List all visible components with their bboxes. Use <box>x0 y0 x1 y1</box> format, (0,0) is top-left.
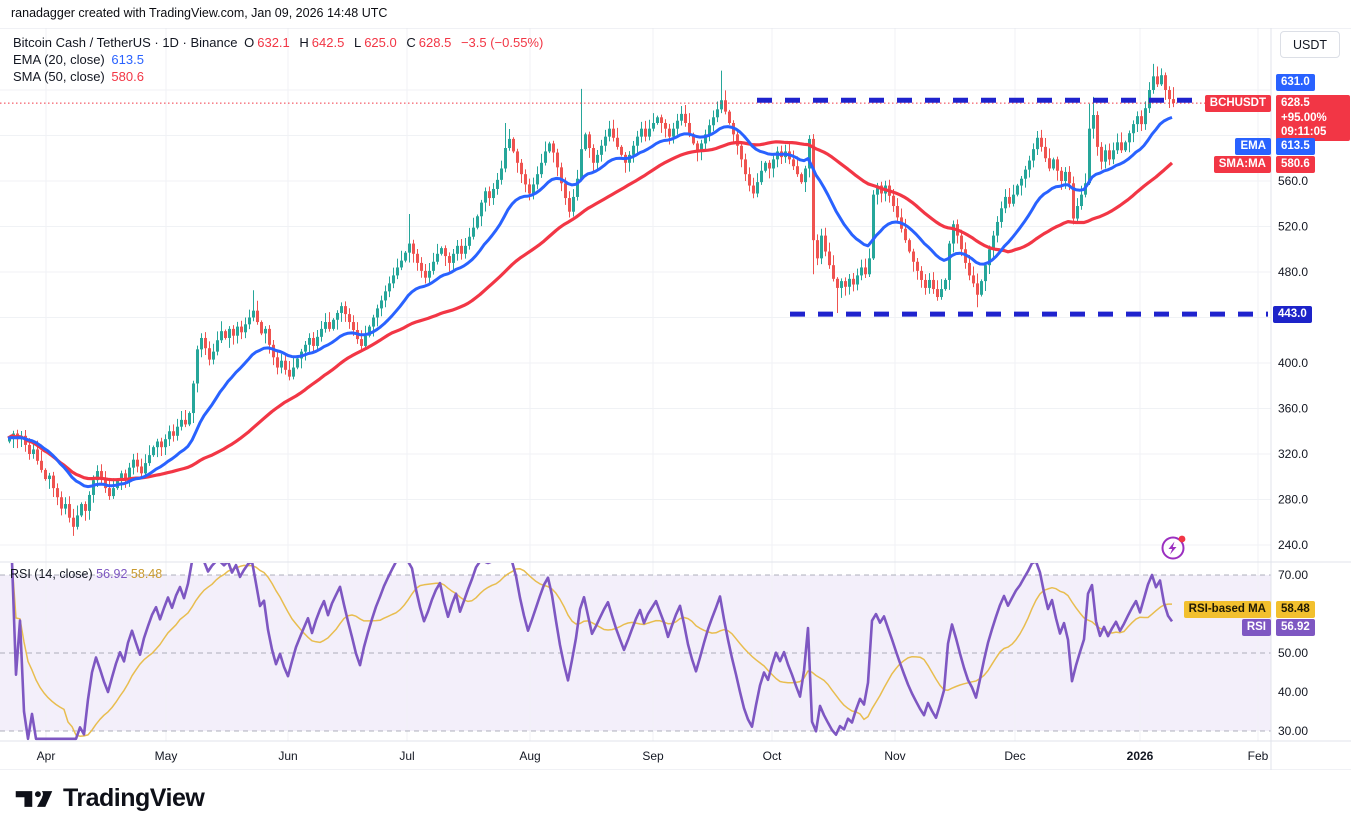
svg-text:400.0: 400.0 <box>1278 356 1308 370</box>
rsi-legend-value: 56.92 <box>96 567 128 581</box>
svg-text:360.0: 360.0 <box>1278 402 1308 416</box>
rsi-ma-axis-value: 58.48 <box>1276 601 1315 618</box>
change-value: −3.5 (−0.55%) <box>460 35 544 50</box>
ema-line[interactable] <box>7 115 1173 489</box>
sma-legend-label: SMA (50, close) <box>13 69 105 84</box>
svg-text:Sep: Sep <box>642 749 664 763</box>
svg-text:Feb: Feb <box>1248 749 1269 763</box>
sma-axis-tag: SMA:MA <box>1213 156 1271 173</box>
currency-button[interactable]: USDT <box>1280 31 1340 58</box>
change-percent: +95.00% <box>1281 111 1327 124</box>
svg-text:Aug: Aug <box>519 749 540 763</box>
svg-text:320.0: 320.0 <box>1278 447 1308 461</box>
svg-text:30.00: 30.00 <box>1278 724 1308 738</box>
svg-text:Dec: Dec <box>1004 749 1025 763</box>
svg-text:Jun: Jun <box>278 749 297 763</box>
symbol-legend[interactable]: Bitcoin Cash / TetherUS · 1D · Binance O… <box>13 35 546 50</box>
attribution-text: ranadagger created with TradingView.com,… <box>11 6 388 20</box>
notification-dot <box>1178 535 1186 543</box>
svg-text:Nov: Nov <box>884 749 905 763</box>
svg-text:480.0: 480.0 <box>1278 265 1308 279</box>
ohlc-close: C 628.5 <box>406 35 452 50</box>
ema-legend-value: 613.5 <box>111 52 144 67</box>
svg-text:Oct: Oct <box>763 749 782 763</box>
ema-legend-label: EMA (20, close) <box>13 52 105 67</box>
svg-text:240.0: 240.0 <box>1278 538 1308 552</box>
rsi-legend-label: RSI (14, close) <box>10 567 93 581</box>
svg-text:Jul: Jul <box>399 749 414 763</box>
tradingview-logo[interactable]: TradingView <box>14 784 205 813</box>
ema-legend[interactable]: EMA (20, close) 613.5 <box>13 52 147 67</box>
resistance-price-label: 631.0 <box>1276 74 1315 91</box>
symbol-price-tag: BCHUSDT <box>1204 95 1271 112</box>
chart-canvas[interactable]: 560.0 520.0 480.0 400.0 360.0 320.0 280.0 240.0… <box>0 28 1351 770</box>
support-price-label: 443.0 <box>1273 306 1312 323</box>
last-price-label: 628.5 +95.00% 09:11:05 <box>1276 95 1350 141</box>
flash-trade-icon[interactable] <box>1157 532 1195 564</box>
svg-text:560.0: 560.0 <box>1278 174 1308 188</box>
svg-text:520.0: 520.0 <box>1278 220 1308 234</box>
svg-text:40.00: 40.00 <box>1278 685 1308 699</box>
svg-text:Apr: Apr <box>37 749 56 763</box>
bolt-glyph <box>1168 541 1177 555</box>
candlestick-series <box>8 63 1175 536</box>
svg-text:70.00: 70.00 <box>1278 568 1308 582</box>
rsi-axis-value: 56.92 <box>1276 619 1315 636</box>
ohlc-open: O 632.1 <box>244 35 290 50</box>
ema-axis-value: 613.5 <box>1276 138 1315 155</box>
svg-text:May: May <box>155 749 178 763</box>
last-price: 628.5 <box>1281 97 1310 109</box>
sma-legend-value: 580.6 <box>111 69 144 84</box>
sma-axis-value: 580.6 <box>1276 156 1315 173</box>
rsi-ma-legend-value: 58.48 <box>130 567 163 581</box>
svg-text:280.0: 280.0 <box>1278 493 1308 507</box>
ohlc-high: H 642.5 <box>299 35 345 50</box>
rsi-legend[interactable]: RSI (14, close) 56.92 58.48 <box>10 567 162 581</box>
ohlc-low: L 625.0 <box>353 35 397 50</box>
sma-legend[interactable]: SMA (50, close) 580.6 <box>13 69 147 84</box>
rsi-axis-tag: RSI <box>1241 619 1271 636</box>
svg-text:50.00: 50.00 <box>1278 646 1308 660</box>
rsi-ma-axis-tag: RSI-based MA <box>1183 601 1271 618</box>
symbol-title: Bitcoin Cash / TetherUS · 1D · Binance <box>13 35 238 50</box>
svg-text:2026: 2026 <box>1127 749 1154 763</box>
ema-axis-tag: EMA <box>1235 138 1271 155</box>
tradingview-mark-icon <box>15 788 53 807</box>
tradingview-logo-text: TradingView <box>63 784 205 812</box>
sma-line[interactable] <box>7 140 1174 482</box>
